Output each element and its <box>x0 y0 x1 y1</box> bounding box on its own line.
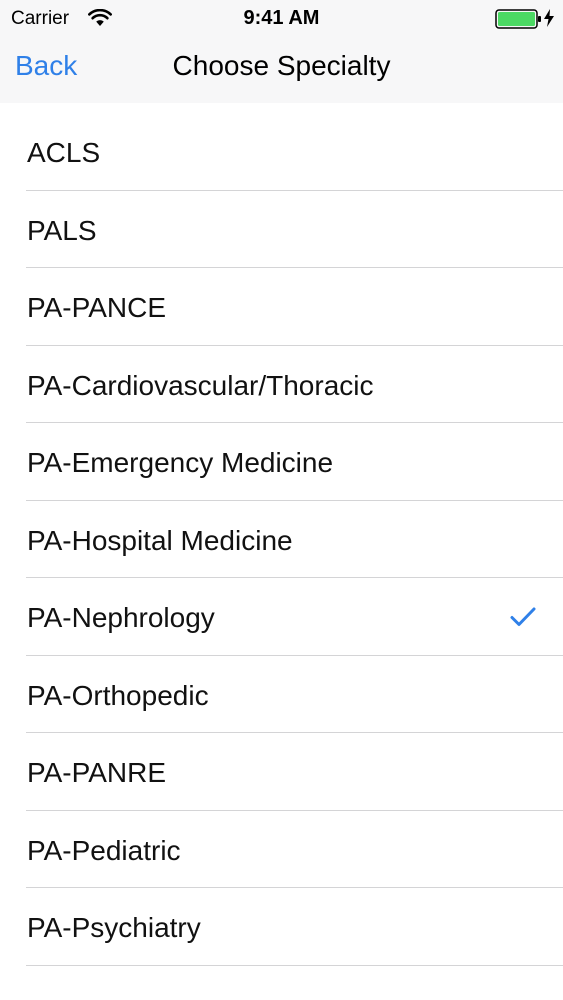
list-item-pals[interactable]: PALS <box>0 191 563 269</box>
checkmark-icon <box>509 606 537 628</box>
list-item-label: PA-Psychiatry <box>27 912 201 943</box>
page-title: Choose Specialty <box>172 50 391 81</box>
list-item-label: PA-PANRE <box>27 757 166 788</box>
list-item-pa-hospital-medicine[interactable]: PA-Hospital Medicine <box>0 501 563 579</box>
list-item-label: PA-Orthopedic <box>27 679 209 711</box>
list-item-label: PALS <box>27 214 97 246</box>
list-item-label: PA-Emergency Medicine <box>27 447 334 478</box>
top-bar: Carrier 9:41 AM Back Choose Specialty <box>0 0 563 103</box>
status-time: 9:41 AM <box>243 7 320 29</box>
specialty-list: ACLS PALS PA-PANCE PA-Cardiovascular/Tho… <box>0 113 563 966</box>
list-item-label: PA-Nephrology <box>27 602 215 633</box>
list-item-pa-psychiatry[interactable]: PA-Psychiatry <box>0 888 563 966</box>
list-item-pa-pance[interactable]: PA-PANCE <box>0 268 563 346</box>
charging-bolt-icon <box>543 8 555 28</box>
list-item-label: PA-PANCE <box>27 292 166 323</box>
list-item-label: PA-Hospital Medicine <box>27 524 293 556</box>
navigation-bar: Back Choose Specialty <box>0 36 563 102</box>
list-item-pa-nephrology[interactable]: PA-Nephrology <box>0 578 563 656</box>
list-item-pa-orthopedic[interactable]: PA-Orthopedic <box>0 656 563 734</box>
list-item-label: ACLS <box>27 137 101 168</box>
list-item-pa-panre[interactable]: PA-PANRE <box>0 733 563 811</box>
list-item-label: PA-Cardiovascular/Thoracic <box>27 369 374 401</box>
list-item-label: PA-Pediatric <box>27 834 181 866</box>
list-item-acls[interactable]: ACLS <box>0 113 563 191</box>
status-bar: Carrier 9:41 AM <box>0 0 563 36</box>
list-item-pa-cardiovascular-thoracic[interactable]: PA-Cardiovascular/Thoracic <box>0 346 563 424</box>
list-item-pa-pediatric[interactable]: PA-Pediatric <box>0 811 563 889</box>
list-item-pa-emergency-medicine[interactable]: PA-Emergency Medicine <box>0 423 563 501</box>
battery-icon <box>495 9 543 29</box>
